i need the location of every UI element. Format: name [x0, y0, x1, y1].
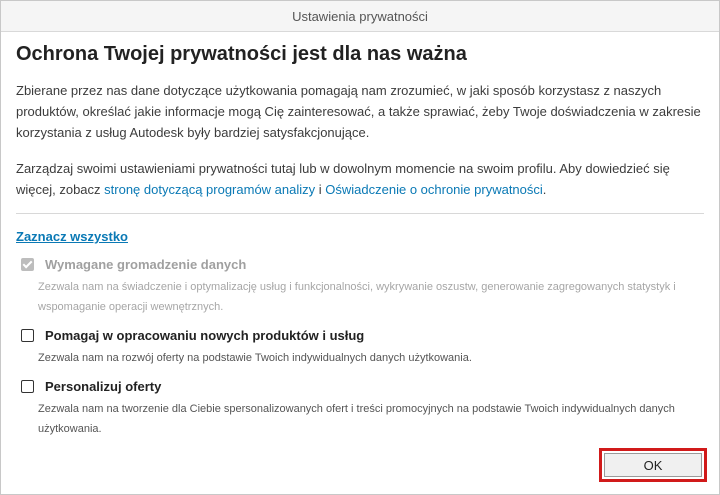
option-title[interactable]: Personalizuj oferty: [45, 379, 161, 394]
dialog-title: Ustawienia prywatności: [292, 8, 428, 24]
option-title[interactable]: Pomagaj w opracowaniu nowych produktów i…: [45, 328, 364, 343]
option-row: Wymagane gromadzenie danych: [16, 257, 704, 272]
intro-paragraph: Zbierane przez nas dane dotyczące użytko…: [16, 83, 701, 140]
option-personalize-offers: Personalizuj oferty Zezwala nam na tworz…: [16, 379, 704, 439]
required-data-checkbox: [21, 258, 34, 271]
dialog-content: Ochrona Twojej prywatności jest dla nas …: [16, 31, 704, 439]
manage-paragraph: Zarządzaj swoimi ustawieniami prywatnośc…: [16, 158, 704, 200]
option-description: Zezwala nam na tworzenie dla Ciebie sper…: [38, 403, 675, 435]
option-title: Wymagane gromadzenie danych: [45, 257, 247, 272]
privacy-statement-link[interactable]: Oświadczenie o ochronie prywatności: [325, 182, 543, 197]
divider: [16, 213, 704, 214]
personalize-offers-checkbox[interactable]: [21, 380, 34, 393]
option-row[interactable]: Pomagaj w opracowaniu nowych produktów i…: [16, 328, 704, 343]
option-description: Zezwala nam na rozwój oferty na podstawi…: [38, 352, 472, 364]
select-all-link[interactable]: Zaznacz wszystko: [16, 229, 128, 244]
page-title: Ochrona Twojej prywatności jest dla nas …: [16, 43, 467, 65]
option-description: Zezwala nam na świadczenie i optymalizac…: [38, 281, 676, 313]
dialog-titlebar: Ustawienia prywatności: [1, 1, 719, 32]
ok-button-highlight: OK: [599, 448, 707, 482]
option-row[interactable]: Personalizuj oferty: [16, 379, 704, 394]
option-product-development: Pomagaj w opracowaniu nowych produktów i…: [16, 328, 704, 368]
manage-text-after: .: [542, 182, 547, 197]
option-required-data: Wymagane gromadzenie danych Zezwala nam …: [16, 257, 704, 317]
product-development-checkbox[interactable]: [21, 329, 34, 342]
privacy-settings-dialog: Ustawienia prywatności Ochrona Twojej pr…: [0, 0, 720, 495]
ok-button[interactable]: OK: [604, 453, 702, 477]
manage-text-between: i: [315, 182, 326, 197]
analytics-programs-link[interactable]: stronę dotyczącą programów analizy: [104, 182, 315, 197]
